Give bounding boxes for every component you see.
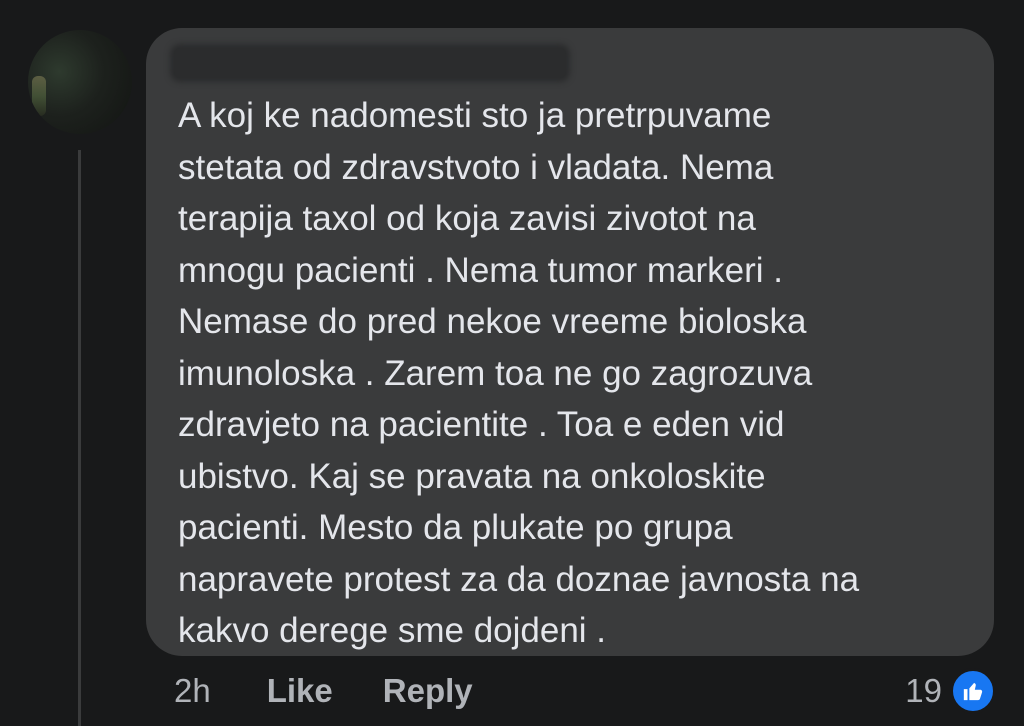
comment-text: A koj ke nadomesti sto ja pretrpuvame st… [178, 90, 968, 657]
comment-line: imunoloska . Zarem toa ne go zagrozuva [178, 353, 813, 393]
reaction-count: 19 [905, 672, 942, 709]
reply-button[interactable]: Reply [383, 672, 473, 710]
comment-line: zdravjeto na pacientite . Toa e eden vid [178, 405, 785, 444]
comment-line: kakvo derege sme dojdeni . [178, 611, 607, 650]
comment-screen: A koj ke nadomesti sto ja pretrpuvame st… [0, 0, 1024, 726]
comment-actions: 2h Like Reply [174, 668, 473, 714]
comment-line: pacienti. Mesto da plukate po grupa [178, 508, 733, 547]
comment-line: stetata od zdravstvoto i vladata. Nema [178, 147, 774, 187]
comment-line: terapija taxol od koja zavisi zivotot na [178, 199, 756, 238]
comment-bubble: A koj ke nadomesti sto ja pretrpuvame st… [146, 28, 994, 656]
thread-line [78, 150, 81, 726]
comment-line: mnogu pacienti . Nema tumor markeri . [178, 250, 783, 290]
thumbs-up-icon [950, 668, 996, 714]
comment-line: Nemase do pred nekoe vreeme bioloska [178, 302, 807, 341]
like-button[interactable]: Like [267, 672, 333, 710]
comment-line: ubistvo. Kaj se pravata na onkoloskite [178, 456, 766, 496]
avatar[interactable] [28, 30, 132, 134]
author-name-redacted[interactable] [174, 48, 566, 78]
thumbs-up-glyph [963, 682, 983, 701]
comment-line: napravete protest za da doznae javnosta … [178, 559, 860, 599]
comment-timestamp[interactable]: 2h [174, 672, 211, 710]
reaction-summary[interactable]: 19 [905, 668, 996, 714]
comment-line: A koj ke nadomesti sto ja pretrpuvame [178, 96, 772, 135]
